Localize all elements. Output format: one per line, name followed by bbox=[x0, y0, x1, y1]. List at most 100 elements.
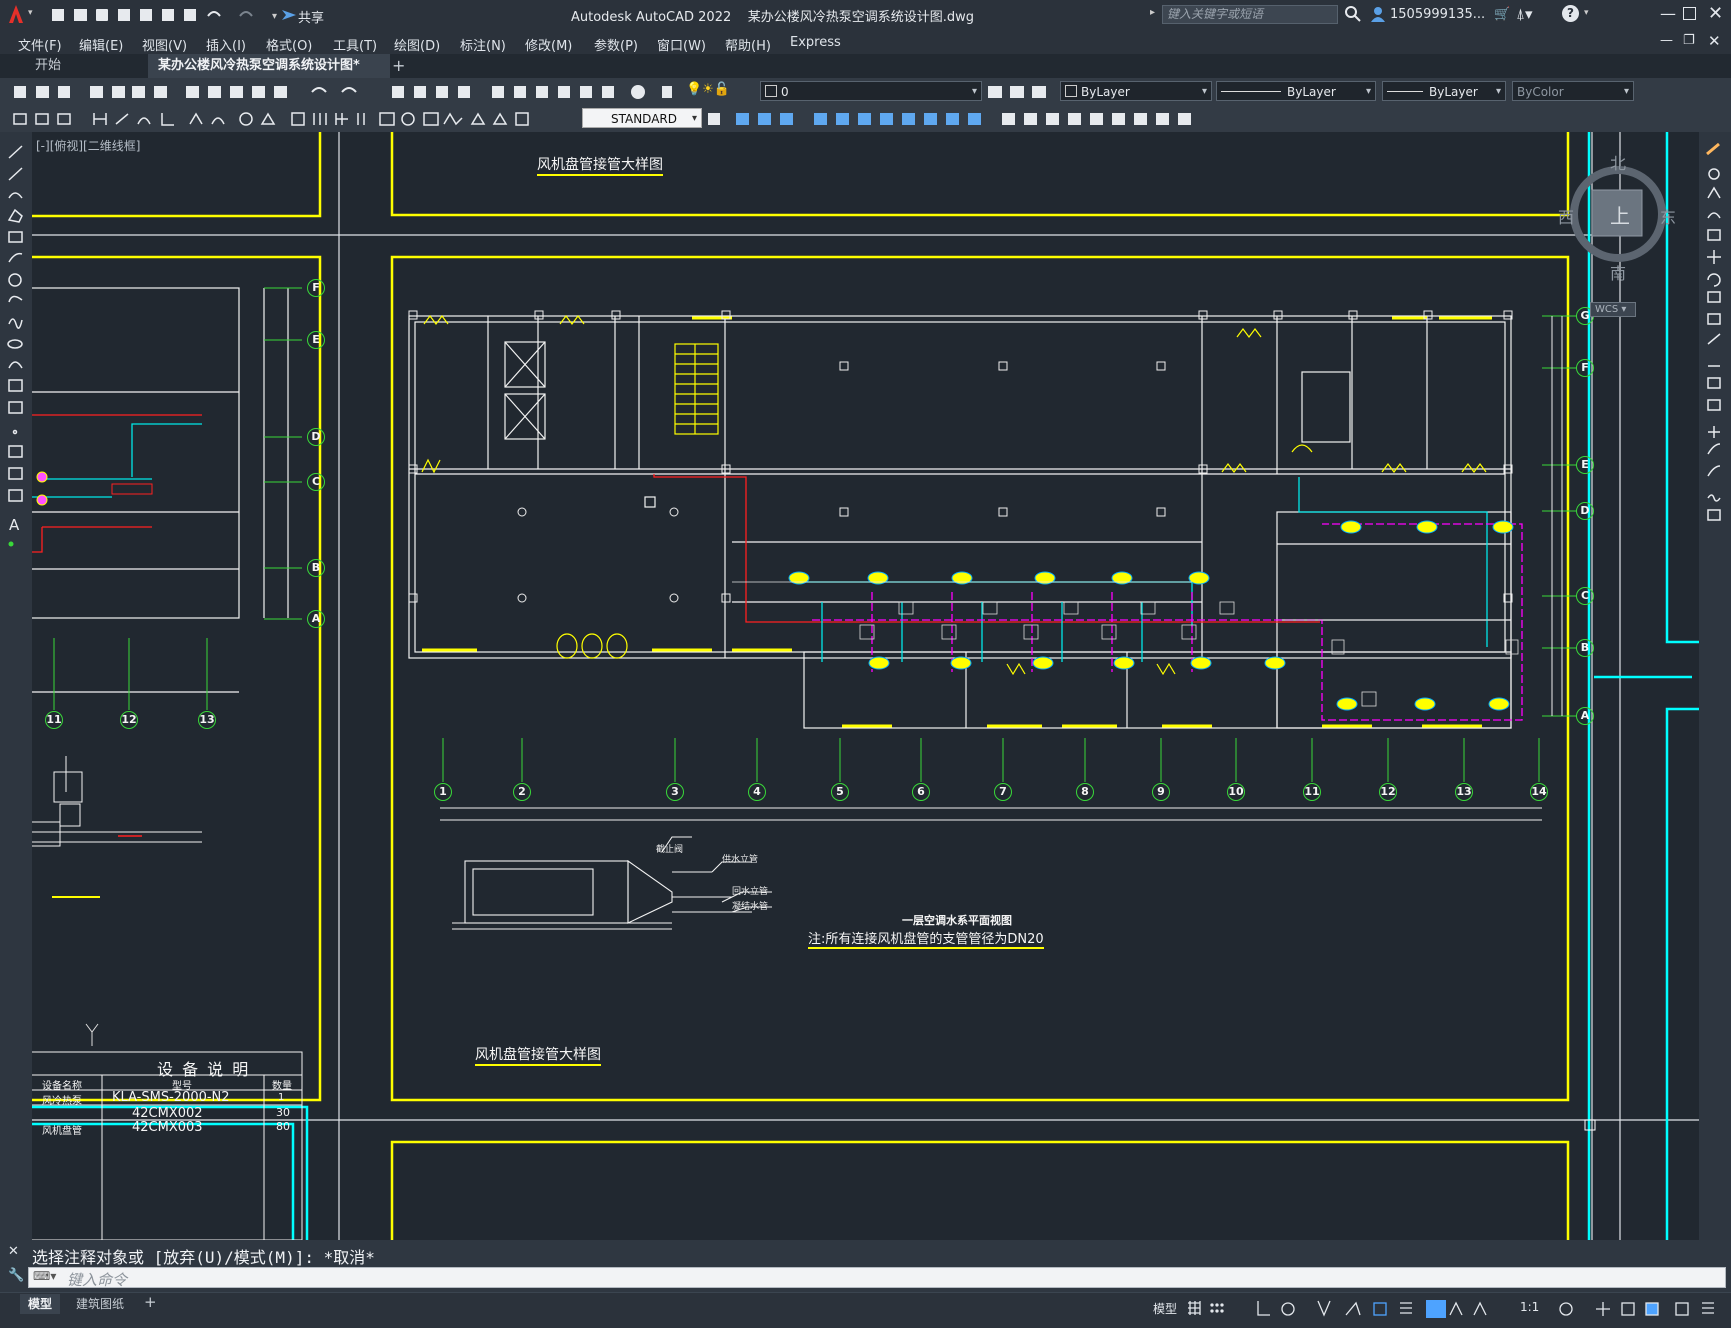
menu-modify[interactable]: 修改(M) bbox=[525, 35, 572, 54]
text-style-select[interactable]: STANDARD ▾ bbox=[582, 108, 702, 128]
modify-toolbar-side-icons[interactable] bbox=[1699, 132, 1731, 532]
model-space-button[interactable]: 模型 bbox=[1153, 1300, 1177, 1317]
compass-west[interactable]: 西 bbox=[1558, 204, 1574, 228]
draw-toolbar-icons[interactable]: A bbox=[0, 132, 32, 572]
linetype-select[interactable]: ByLayer ▾ bbox=[1216, 81, 1376, 101]
tab-start[interactable]: 开始 bbox=[25, 54, 71, 78]
minimize-button[interactable]: — bbox=[1660, 4, 1676, 23]
menu-insert[interactable]: 插入(I) bbox=[206, 35, 246, 54]
app-menu-arrow-icon[interactable]: ▾ bbox=[28, 8, 33, 18]
modify-toolbar bbox=[1699, 132, 1731, 1240]
compass-south[interactable]: 南 bbox=[1610, 260, 1626, 284]
quick-access-toolbar: ▾ bbox=[50, 6, 320, 28]
app-logo[interactable] bbox=[8, 4, 24, 24]
menu-dimension[interactable]: 标注(N) bbox=[460, 35, 506, 54]
command-input-box[interactable]: ⌨▾ 键入命令 bbox=[28, 1267, 1726, 1290]
file-name: 某办公楼风冷热泵空调系统设计图.dwg bbox=[747, 10, 975, 25]
wcs-menu[interactable]: WCS ▾ bbox=[1590, 302, 1636, 317]
autodesk-app-icon[interactable]: ⍋▾ bbox=[1516, 5, 1533, 23]
supply-pipes bbox=[653, 474, 1320, 623]
standard-toolbar-icons[interactable] bbox=[12, 83, 672, 101]
user-name[interactable]: 1505999135... bbox=[1390, 7, 1485, 22]
plotstyle-value: ByColor bbox=[1517, 85, 1564, 99]
menu-format[interactable]: 格式(O) bbox=[266, 35, 312, 54]
dimension-toolbar-icons[interactable] bbox=[12, 110, 582, 128]
command-input[interactable]: 键入命令 bbox=[67, 1269, 127, 1290]
undo-icon bbox=[207, 11, 221, 17]
cart-icon[interactable]: 🛒 bbox=[1494, 7, 1510, 22]
menu-file[interactable]: 文件(F) bbox=[18, 35, 62, 54]
menu-parametric[interactable]: 参数(P) bbox=[594, 35, 638, 54]
left-grid-bubble-letter: A bbox=[307, 610, 325, 628]
command-close-icon[interactable]: ✕ bbox=[8, 1244, 19, 1259]
annotation-scale[interactable]: 1:1 bbox=[1520, 1300, 1539, 1314]
plan-note: 注:所有连接风机盘管的支管管径为DN20 bbox=[808, 928, 1044, 949]
lineweight-select[interactable]: ByLayer ▾ bbox=[1382, 81, 1506, 101]
left-grid-bubble-letter: E bbox=[307, 331, 325, 349]
sheet-frame-bottom bbox=[390, 1140, 1570, 1240]
search-icon[interactable] bbox=[1345, 6, 1361, 26]
search-expand-icon[interactable]: ▸ bbox=[1150, 7, 1155, 18]
menu-express[interactable]: Express bbox=[790, 35, 841, 50]
doc-close-button[interactable]: ✕ bbox=[1708, 32, 1721, 50]
doc-minimize-button[interactable]: — bbox=[1660, 33, 1673, 48]
layer-state-icons[interactable]: 💡☀🔓 bbox=[686, 82, 730, 97]
grid-bubble-number: 1 bbox=[434, 783, 452, 801]
pump-detail bbox=[32, 756, 202, 847]
table-row-3-qty: 80 bbox=[276, 1120, 290, 1133]
compass-east[interactable]: 东 bbox=[1660, 204, 1676, 228]
grid-bubble-number: 8 bbox=[1076, 783, 1094, 801]
user-icon[interactable] bbox=[1370, 6, 1386, 26]
compass-north[interactable]: 北 bbox=[1610, 150, 1626, 174]
tab-active-drawing[interactable]: 某办公楼风冷热泵空调系统设计图* × bbox=[148, 54, 390, 97]
tab-layout[interactable]: 建筑图纸 bbox=[72, 1294, 128, 1314]
command-prompt-icon[interactable]: ⌨▾ bbox=[33, 1269, 56, 1283]
tab-model[interactable]: 模型 bbox=[20, 1294, 61, 1314]
add-layout-button[interactable]: + bbox=[144, 1293, 157, 1311]
detail-label-drain: 凝结水管 bbox=[732, 902, 769, 912]
plotstyle-select[interactable]: ByColor ▾ bbox=[1512, 81, 1634, 101]
new-tab-button[interactable]: + bbox=[382, 54, 415, 78]
left-grid-bubble-number: 12 bbox=[120, 711, 138, 729]
table-row-1-qty: 1 bbox=[278, 1092, 285, 1103]
modify-toolbar-icons[interactable] bbox=[706, 110, 1216, 128]
status-right-icons[interactable] bbox=[1556, 1299, 1726, 1319]
help-icon[interactable]: ? bbox=[1562, 5, 1579, 22]
table-row-3-name: 风机盘管 bbox=[42, 1126, 82, 1137]
lineweight-value: ByLayer bbox=[1429, 85, 1478, 99]
search-input[interactable]: 键入关键字或短语 bbox=[1162, 5, 1338, 24]
viewcube-top-face[interactable]: 上 bbox=[1610, 200, 1630, 229]
menu-help[interactable]: 帮助(H) bbox=[725, 35, 771, 54]
viewcube[interactable]: 北 南 西 东 上 bbox=[1558, 146, 1676, 286]
window-title: Autodesk AutoCAD 2022 某办公楼风冷热泵空调系统设计图.dw… bbox=[571, 6, 974, 25]
menu-tools[interactable]: 工具(T) bbox=[333, 35, 377, 54]
menu-edit[interactable]: 编辑(E) bbox=[79, 35, 123, 54]
command-line: ✕ 🔧 选择注释对象或 [放弃(U)/模式(M)]: *取消* ⌨▾ 键入命令 bbox=[0, 1240, 1731, 1292]
save-icon bbox=[96, 9, 108, 21]
drawing-canvas[interactable]: [-][俯视][二维线框] 风机盘管接管大样图 一层空调水系平面视图 注:所有连… bbox=[32, 132, 1699, 1240]
close-button[interactable]: ✕ bbox=[1708, 3, 1723, 24]
new-icon bbox=[52, 9, 64, 21]
menu-draw[interactable]: 绘图(D) bbox=[394, 35, 440, 54]
grid-bubble-letter: B bbox=[1576, 639, 1594, 657]
share-icon bbox=[282, 10, 296, 20]
doc-restore-button[interactable]: ❐ bbox=[1683, 33, 1695, 48]
tab-drawing-label: 某办公楼风冷热泵空调系统设计图* bbox=[158, 58, 360, 73]
grid-bubble-number: 10 bbox=[1227, 783, 1245, 801]
layer-tools-icons[interactable] bbox=[986, 83, 1066, 101]
help-arrow-icon[interactable]: ▾ bbox=[1584, 8, 1589, 18]
menu-window[interactable]: 窗口(W) bbox=[657, 35, 706, 54]
file-tabs: 开始 某办公楼风冷热泵空调系统设计图* × + bbox=[0, 54, 1731, 97]
menu-view[interactable]: 视图(V) bbox=[142, 35, 187, 54]
open-icon bbox=[74, 9, 87, 21]
grid-bubble-number: 7 bbox=[994, 783, 1012, 801]
maximize-button[interactable] bbox=[1683, 7, 1696, 20]
fan-coil-units bbox=[788, 520, 1514, 711]
detail-label-supply: 供水立管 bbox=[722, 855, 759, 865]
command-settings-icon[interactable]: 🔧 bbox=[8, 1268, 24, 1283]
color-select[interactable]: ByLayer ▾ bbox=[1060, 81, 1212, 101]
share-button[interactable]: 共享 bbox=[298, 7, 324, 26]
left-grid-bubble-letter: D bbox=[307, 428, 325, 446]
grid-bubble-number: 3 bbox=[666, 783, 684, 801]
layer-select[interactable]: 0 ▾ bbox=[760, 81, 982, 101]
